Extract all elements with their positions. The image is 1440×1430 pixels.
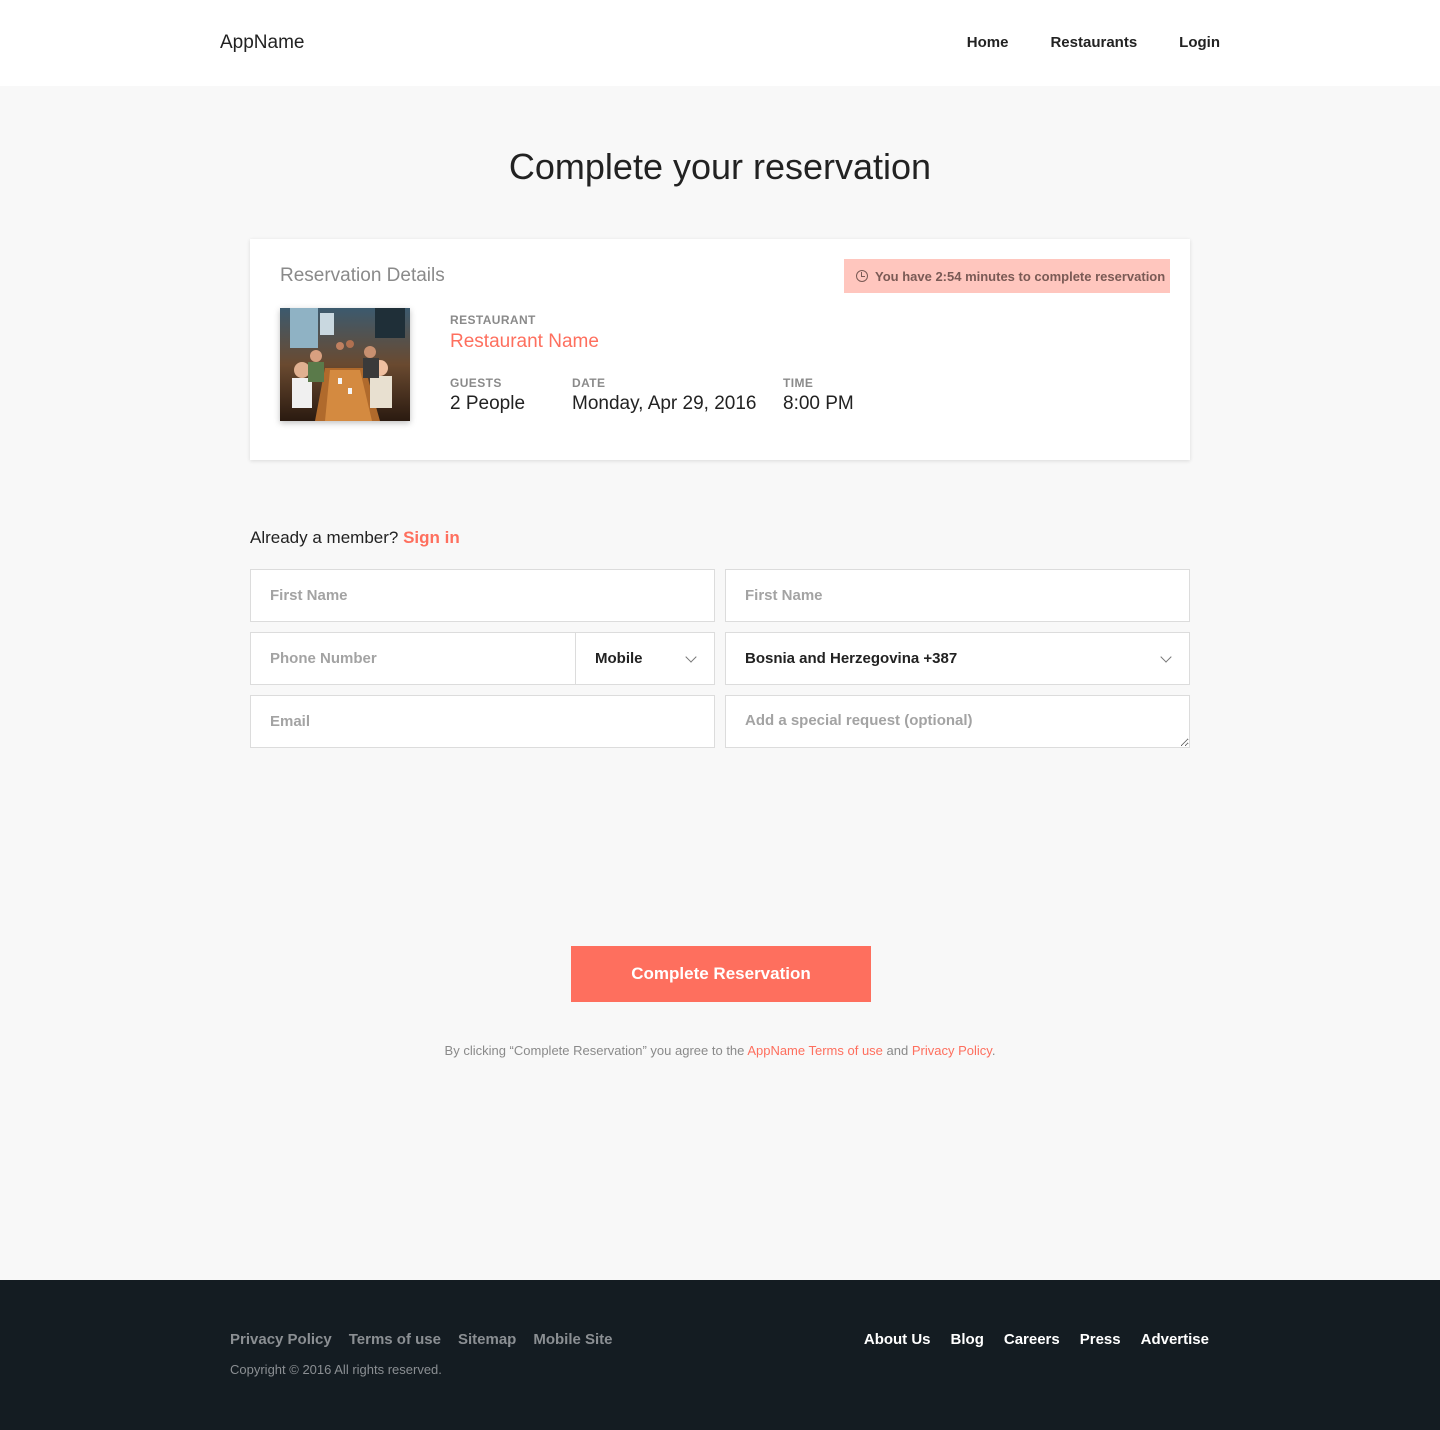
footer-link-about-us[interactable]: About Us (864, 1331, 931, 1348)
terms-notice: By clicking “Complete Reservation” you a… (0, 1043, 1440, 1058)
chevron-down-icon (685, 651, 697, 663)
terms-and: and (886, 1043, 909, 1058)
footer: Privacy Policy Terms of use Sitemap Mobi… (0, 1280, 1440, 1430)
nav-login[interactable]: Login (1179, 34, 1220, 51)
member-line: Already a member? Sign in (250, 528, 460, 548)
phone-number-input[interactable] (250, 632, 576, 685)
restaurant-photo-illustration (280, 308, 410, 421)
date-label: DATE (572, 376, 606, 390)
terms-prefix: By clicking “Complete Reservation” you a… (444, 1043, 745, 1058)
guests-value: 2 People (450, 393, 526, 414)
copyright: Copyright © 2016 All rights reserved. (230, 1362, 442, 1377)
restaurant-name-link[interactable]: Restaurant Name (450, 331, 599, 353)
time-value: 8:00 PM (783, 393, 854, 414)
complete-reservation-button[interactable]: Complete Reservation (571, 946, 871, 1002)
privacy-policy-link[interactable]: Privacy Policy (912, 1043, 992, 1058)
member-text: Already a member? (250, 528, 399, 547)
special-request-textarea[interactable] (725, 695, 1190, 748)
reservation-card-title: Reservation Details (280, 265, 445, 286)
timer-text: You have 2:54 minutes to complete reserv… (875, 268, 1166, 284)
reservation-card: Reservation Details You have 2:54 minute… (250, 239, 1190, 460)
main-nav: Home Restaurants Login (967, 34, 1220, 51)
phone-type-value: Mobile (595, 650, 643, 667)
terms-of-use-link[interactable]: AppName Terms of use (747, 1043, 883, 1058)
footer-link-terms-of-use[interactable]: Terms of use (349, 1331, 441, 1348)
footer-link-mobile-site[interactable]: Mobile Site (533, 1331, 612, 1348)
time-label: TIME (783, 376, 814, 390)
date-value: Monday, Apr 29, 2016 (572, 393, 757, 414)
guests-label: GUESTS (450, 376, 502, 390)
nav-home[interactable]: Home (967, 34, 1009, 51)
footer-link-press[interactable]: Press (1080, 1331, 1121, 1348)
clock-icon (856, 270, 868, 282)
top-header: AppName Home Restaurants Login (0, 0, 1440, 86)
country-code-value: Bosnia and Herzegovina +387 (745, 650, 958, 667)
country-code-select[interactable]: Bosnia and Herzegovina +387 (725, 632, 1190, 685)
footer-link-privacy-policy[interactable]: Privacy Policy (230, 1331, 332, 1348)
footer-link-careers[interactable]: Careers (1004, 1331, 1060, 1348)
sign-in-link[interactable]: Sign in (403, 528, 460, 547)
email-input[interactable] (250, 695, 715, 748)
phone-type-select[interactable]: Mobile (575, 632, 715, 685)
footer-link-sitemap[interactable]: Sitemap (458, 1331, 516, 1348)
terms-suffix: . (991, 1043, 996, 1058)
footer-link-blog[interactable]: Blog (951, 1331, 984, 1348)
footer-link-advertise[interactable]: Advertise (1141, 1331, 1209, 1348)
nav-restaurants[interactable]: Restaurants (1050, 34, 1137, 51)
restaurant-photo (280, 308, 410, 421)
last-name-input[interactable] (725, 569, 1190, 622)
first-name-input[interactable] (250, 569, 715, 622)
page-title: Complete your reservation (508, 146, 932, 187)
footer-right-links: About Us Blog Careers Press Advertise (864, 1331, 1209, 1348)
chevron-down-icon (1160, 651, 1172, 663)
footer-left-links: Privacy Policy Terms of use Sitemap Mobi… (230, 1331, 613, 1348)
restaurant-label: RESTAURANT (450, 313, 536, 327)
timer-badge: You have 2:54 minutes to complete reserv… (844, 259, 1170, 293)
brand-logo[interactable]: AppName (220, 32, 305, 54)
